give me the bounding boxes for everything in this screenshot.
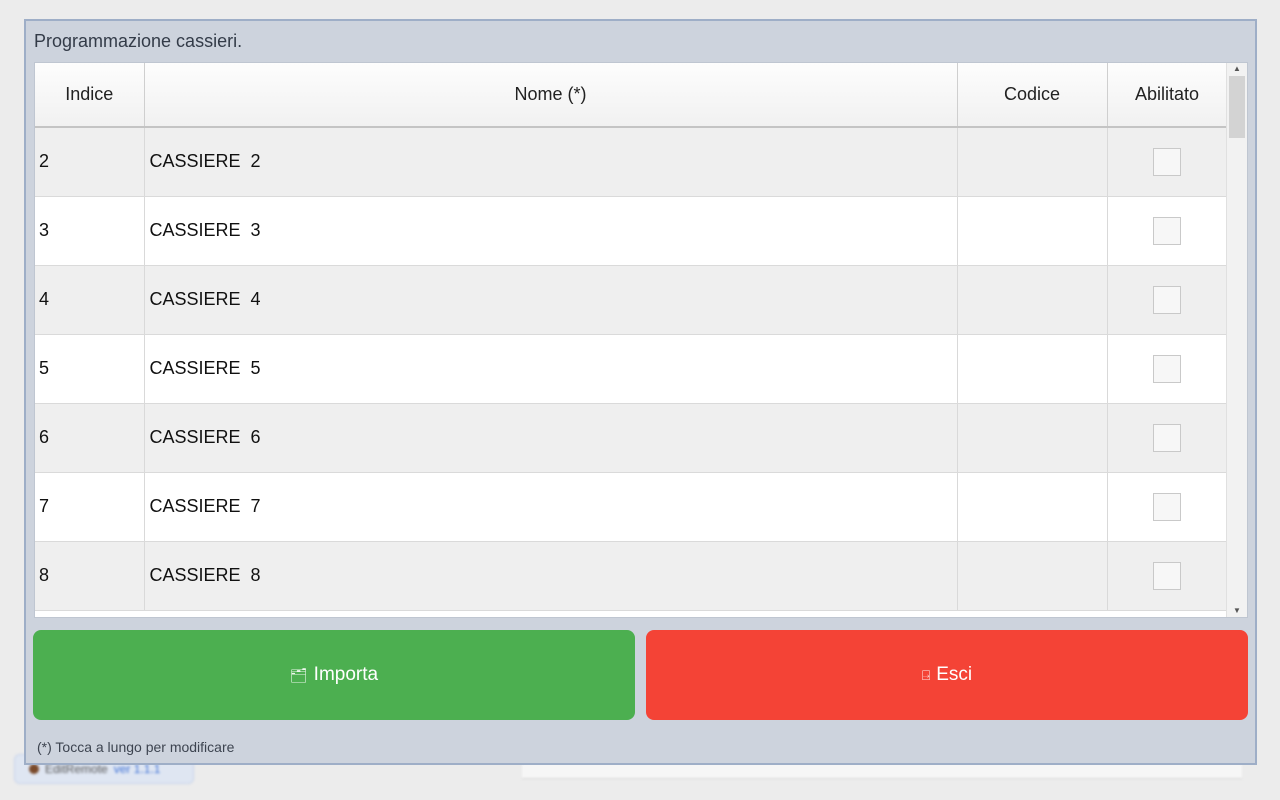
cell-name[interactable]: CASSIERE 2 bbox=[144, 127, 958, 197]
enabled-checkbox[interactable] bbox=[1153, 492, 1181, 521]
cell-enabled bbox=[1107, 127, 1228, 197]
import-button-label: Importa bbox=[313, 664, 379, 685]
table-row[interactable]: 5 CASSIERE 5 bbox=[35, 334, 1228, 404]
background-bar bbox=[522, 764, 1242, 779]
column-header-name[interactable]: Nome (*) bbox=[144, 63, 958, 128]
scroll-up-arrow-icon[interactable]: ▲ bbox=[1227, 63, 1247, 75]
enabled-checkbox[interactable] bbox=[1153, 147, 1181, 176]
enabled-checkbox[interactable] bbox=[1153, 423, 1181, 452]
cell-enabled bbox=[1107, 472, 1228, 542]
enabled-checkbox[interactable] bbox=[1153, 561, 1181, 590]
cashier-table: Indice Nome (*) Codice Abilitato 2 CASSIE… bbox=[35, 63, 1228, 611]
cell-code[interactable] bbox=[957, 403, 1108, 473]
enabled-checkbox[interactable] bbox=[1153, 354, 1181, 383]
cashier-table-container[interactable]: Indice Nome (*) Codice Abilitato 2 CASSIE… bbox=[34, 62, 1248, 618]
table-row[interactable]: 2 CASSIERE 2 bbox=[35, 127, 1228, 197]
cell-name[interactable]: CASSIERE 3 bbox=[144, 196, 958, 266]
cell-code[interactable] bbox=[957, 196, 1108, 266]
cell-code[interactable] bbox=[957, 541, 1108, 611]
column-header-enabled[interactable]: Abilitato bbox=[1107, 63, 1228, 128]
cashier-programming-dialog: Programmazione cassieri. Indice Nome (*)… bbox=[24, 19, 1257, 765]
scroll-thumb[interactable] bbox=[1229, 76, 1245, 138]
cell-enabled bbox=[1107, 196, 1228, 266]
dialog-title: Programmazione cassieri. bbox=[34, 31, 243, 51]
exit-button-label: Esci bbox=[936, 664, 973, 685]
cell-code[interactable] bbox=[957, 334, 1108, 404]
table-row[interactable]: 4 CASSIERE 4 bbox=[35, 265, 1228, 335]
folder-icon: 🗂 bbox=[289, 666, 308, 683]
table-row[interactable]: 8 CASSIERE 8 bbox=[35, 541, 1228, 611]
cell-index: 7 bbox=[35, 472, 145, 542]
cell-enabled bbox=[1107, 403, 1228, 473]
import-button[interactable]: 🗂 Importa bbox=[33, 630, 635, 720]
column-header-index[interactable]: Indice bbox=[35, 63, 145, 128]
column-header-code[interactable]: Codice bbox=[957, 63, 1108, 128]
cell-enabled bbox=[1107, 541, 1228, 611]
cell-code[interactable] bbox=[957, 265, 1108, 335]
exit-button[interactable]: ⍈ Esci bbox=[646, 630, 1248, 720]
cell-name[interactable]: CASSIERE 5 bbox=[144, 334, 958, 404]
table-row[interactable]: 3 CASSIERE 3 bbox=[35, 196, 1228, 266]
enabled-checkbox[interactable] bbox=[1153, 216, 1181, 245]
long-press-hint: (*) Tocca a lungo per modificare bbox=[37, 739, 235, 755]
cell-index: 3 bbox=[35, 196, 145, 266]
cell-name[interactable]: CASSIERE 4 bbox=[144, 265, 958, 335]
cell-enabled bbox=[1107, 265, 1228, 335]
cell-enabled bbox=[1107, 334, 1228, 404]
cell-name[interactable]: CASSIERE 6 bbox=[144, 403, 958, 473]
cell-code[interactable] bbox=[957, 127, 1108, 197]
cell-name[interactable]: CASSIERE 8 bbox=[144, 541, 958, 611]
table-row[interactable]: 7 CASSIERE 7 bbox=[35, 472, 1228, 542]
cell-index: 5 bbox=[35, 334, 145, 404]
cell-name[interactable]: CASSIERE 7 bbox=[144, 472, 958, 542]
table-row[interactable]: 6 CASSIERE 6 bbox=[35, 403, 1228, 473]
enabled-checkbox[interactable] bbox=[1153, 285, 1181, 314]
scroll-down-arrow-icon[interactable]: ▼ bbox=[1227, 605, 1247, 617]
exit-door-icon: ⍈ bbox=[921, 666, 931, 683]
cell-index: 8 bbox=[35, 541, 145, 611]
cell-index: 4 bbox=[35, 265, 145, 335]
table-scrollbar[interactable]: ▲ ▼ bbox=[1226, 63, 1247, 617]
app-logo-icon bbox=[29, 764, 39, 774]
cell-index: 2 bbox=[35, 127, 145, 197]
cell-index: 6 bbox=[35, 403, 145, 473]
table-header-row: Indice Nome (*) Codice Abilitato bbox=[35, 63, 1228, 128]
cell-code[interactable] bbox=[957, 472, 1108, 542]
